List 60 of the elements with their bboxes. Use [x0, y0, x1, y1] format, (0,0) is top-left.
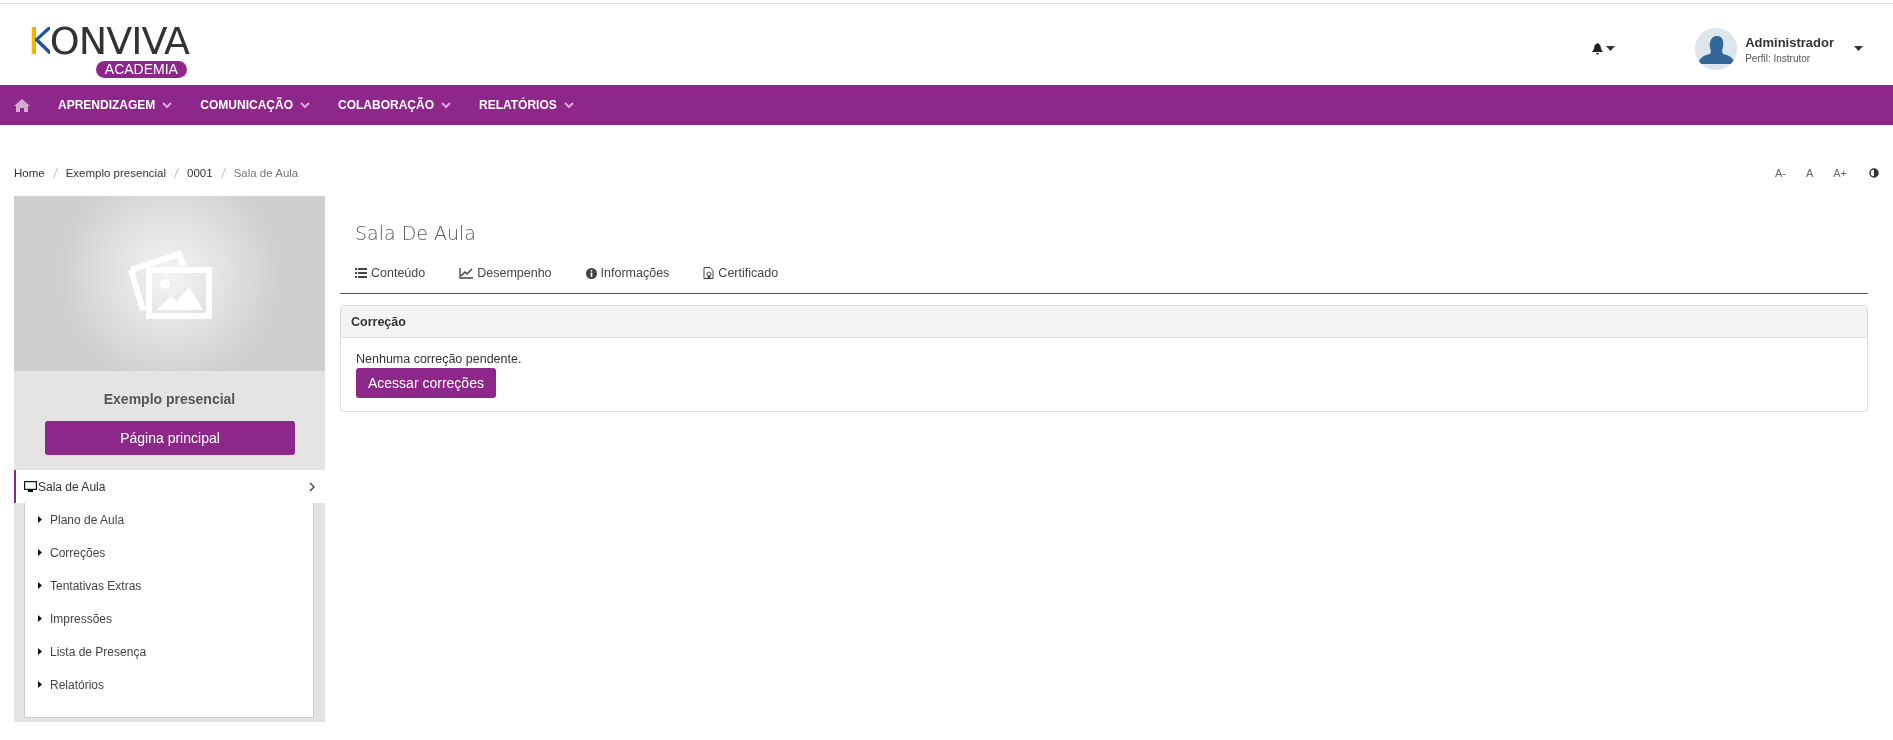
user-name: Administrador: [1745, 34, 1834, 50]
contrast-icon[interactable]: [1869, 168, 1879, 178]
separator-icon: [174, 168, 180, 178]
submenu-item[interactable]: Plano de Aula: [25, 503, 313, 536]
chevron-down-icon: [162, 101, 173, 109]
tab[interactable]: Conteúdo: [355, 266, 426, 280]
breadcrumb-link[interactable]: 0001: [187, 167, 213, 179]
chevron-right-icon: [309, 481, 315, 492]
monitor-icon: [24, 481, 37, 492]
certificate-icon: [703, 266, 715, 280]
main-page-button[interactable]: Página principal: [45, 421, 295, 455]
bell-icon: [1592, 43, 1604, 55]
separator-icon: [52, 168, 58, 178]
tab[interactable]: Informações: [585, 266, 670, 280]
line-chart-icon: [459, 267, 474, 279]
separator-icon: [220, 168, 226, 178]
font-size-button[interactable]: A-: [1774, 167, 1786, 179]
info-icon: [585, 267, 597, 279]
tab[interactable]: Desempenho: [459, 266, 552, 280]
submenu-item[interactable]: Relatórios: [25, 668, 313, 701]
user-role: Perfil: Instrutor: [1745, 52, 1812, 64]
triangle-right-icon: [38, 681, 42, 688]
panel-header: Correção: [341, 306, 1867, 338]
image-icon: [126, 247, 213, 320]
triangle-right-icon: [38, 648, 42, 655]
triangle-right-icon: [38, 582, 42, 589]
logo-badge: ACADEMIA: [95, 61, 187, 78]
caret-icon: [1606, 46, 1616, 52]
submenu-item[interactable]: Impressões: [25, 602, 313, 635]
triangle-right-icon: [38, 549, 42, 556]
nav-menu-item[interactable]: COMUNICAÇÃO: [200, 98, 310, 112]
submenu-item[interactable]: Tentativas Extras: [25, 569, 313, 602]
sidebar-menu-item[interactable]: Sala de Aula: [14, 470, 325, 503]
logo-wordmark: KONVIVA: [28, 23, 189, 59]
caret-icon: [1854, 46, 1863, 52]
status-message: Nenhuma correção pendente.: [356, 352, 523, 366]
page-title: Sala De Aula: [355, 222, 477, 244]
breadcrumb-link[interactable]: Exemplo presencial: [65, 167, 167, 179]
notifications-button[interactable]: [1592, 43, 1616, 55]
user-menu-button[interactable]: [1854, 46, 1863, 52]
list-icon: [355, 268, 367, 278]
nav-menu-item[interactable]: RELATÓRIOS: [479, 98, 574, 112]
triangle-right-icon: [38, 516, 42, 523]
triangle-right-icon: [38, 615, 42, 622]
course-title: Exemplo presencial: [102, 391, 237, 407]
submenu-item[interactable]: Correções: [25, 536, 313, 569]
tab[interactable]: Certificado: [703, 266, 779, 280]
access-corrections-button[interactable]: Acessar correções: [356, 368, 496, 398]
breadcrumb-link[interactable]: Home: [14, 167, 45, 179]
submenu-item[interactable]: Lista de Presença: [25, 635, 313, 668]
chevron-down-icon: [563, 101, 574, 109]
font-size-button[interactable]: A+: [1833, 167, 1847, 179]
chevron-down-icon: [300, 101, 310, 109]
breadcrumb-current: Sala de Aula: [233, 167, 299, 179]
chevron-down-icon: [441, 101, 451, 109]
avatar[interactable]: [1695, 28, 1738, 70]
font-size-button[interactable]: A: [1805, 167, 1814, 179]
nav-menu-item[interactable]: COLABORAÇÃO: [338, 98, 451, 112]
nav-menu-item[interactable]: APRENDIZAGEM: [58, 98, 173, 112]
home-icon[interactable]: [14, 98, 30, 112]
